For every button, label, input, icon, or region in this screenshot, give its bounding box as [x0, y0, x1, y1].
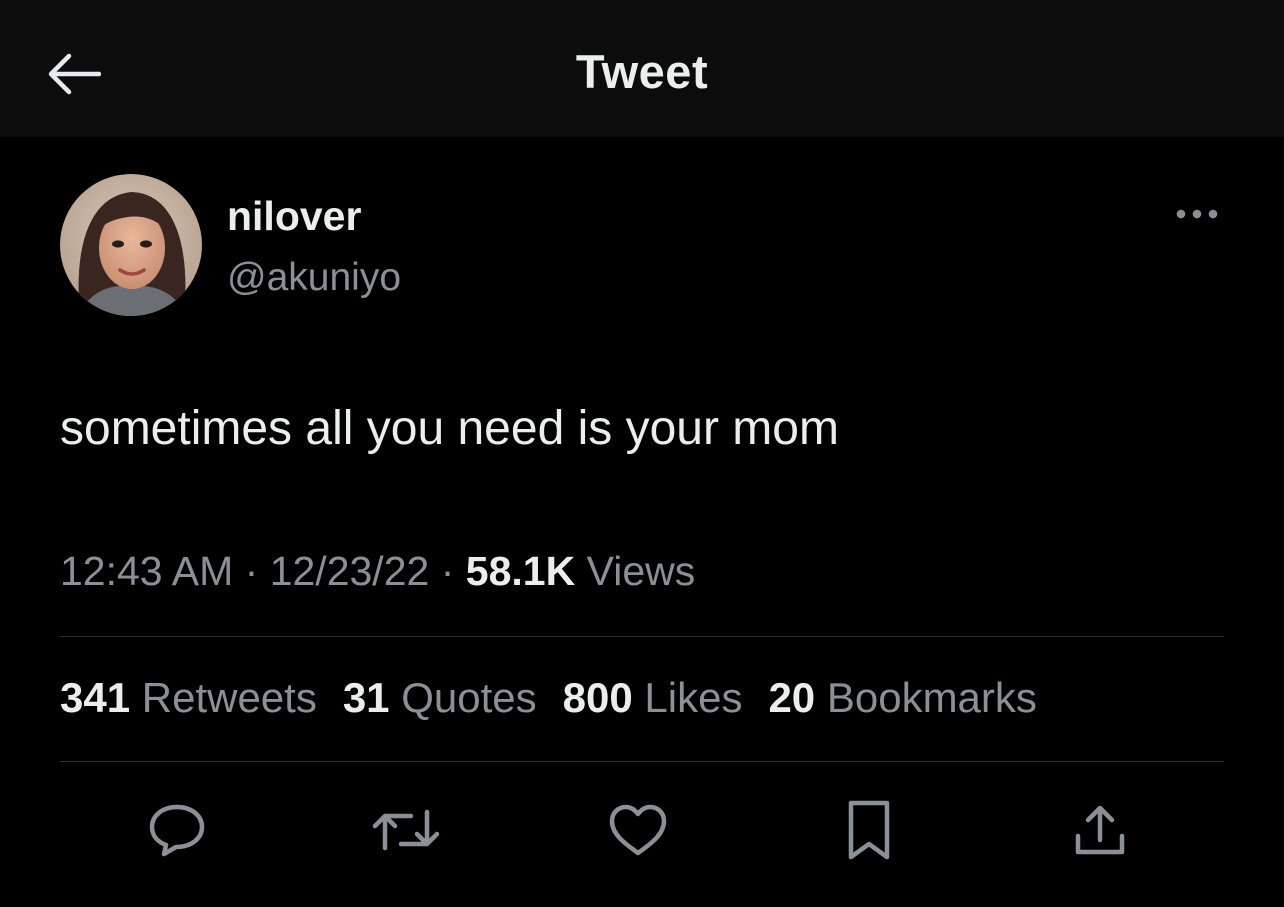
stat-label: Bookmarks [826, 674, 1037, 721]
retweet-button[interactable] [366, 792, 446, 868]
more-options-button[interactable] [1168, 196, 1226, 232]
bookmark-icon [848, 800, 890, 860]
share-button[interactable] [1060, 792, 1140, 868]
stat-count: 20 [768, 674, 816, 721]
stat-label: Quotes [401, 674, 537, 721]
share-icon [1075, 805, 1125, 855]
top-app-bar: Tweet [0, 0, 1284, 137]
likes-stat[interactable]: 800 Likes [563, 674, 743, 722]
views-link[interactable]: 58.1K Views [466, 548, 695, 594]
tweet-time: 12:43 AM [60, 548, 234, 594]
engagement-stats: 341 Retweets 31 Quotes 800 Likes 20 Book… [60, 674, 1037, 722]
stat-count: 341 [60, 674, 131, 721]
retweets-stat[interactable]: 341 Retweets [60, 674, 317, 722]
retweet-icon [372, 809, 440, 851]
reply-icon [149, 804, 205, 857]
like-icon [609, 804, 667, 856]
stat-label: Retweets [141, 674, 317, 721]
views-count: 58.1K [465, 548, 576, 594]
tweet-date: 12/23/22 [269, 548, 430, 594]
avatar[interactable] [60, 174, 202, 316]
tweet-meta: 12:43 AM · 12/23/22 · 58.1K Views [60, 548, 695, 595]
author-display-name[interactable]: nilover [227, 193, 361, 240]
stat-label: Likes [644, 674, 743, 721]
profile-photo [60, 174, 202, 316]
page-title: Tweet [575, 45, 709, 98]
divider [60, 761, 1224, 762]
tweet-text: sometimes all you need is your mom [60, 402, 839, 455]
stat-count: 31 [342, 674, 390, 721]
reply-button[interactable] [137, 792, 217, 868]
divider [60, 636, 1224, 637]
author-handle[interactable]: @akuniyo [227, 256, 401, 300]
bookmark-button[interactable] [829, 792, 909, 868]
bookmarks-stat[interactable]: 20 Bookmarks [768, 674, 1036, 722]
meta-separator: · [244, 548, 259, 594]
more-horizontal-icon [1176, 209, 1218, 219]
views-label: Views [586, 548, 696, 594]
like-button[interactable] [598, 792, 678, 868]
meta-separator: · [440, 548, 455, 594]
stat-count: 800 [562, 674, 633, 721]
quotes-stat[interactable]: 31 Quotes [343, 674, 537, 722]
